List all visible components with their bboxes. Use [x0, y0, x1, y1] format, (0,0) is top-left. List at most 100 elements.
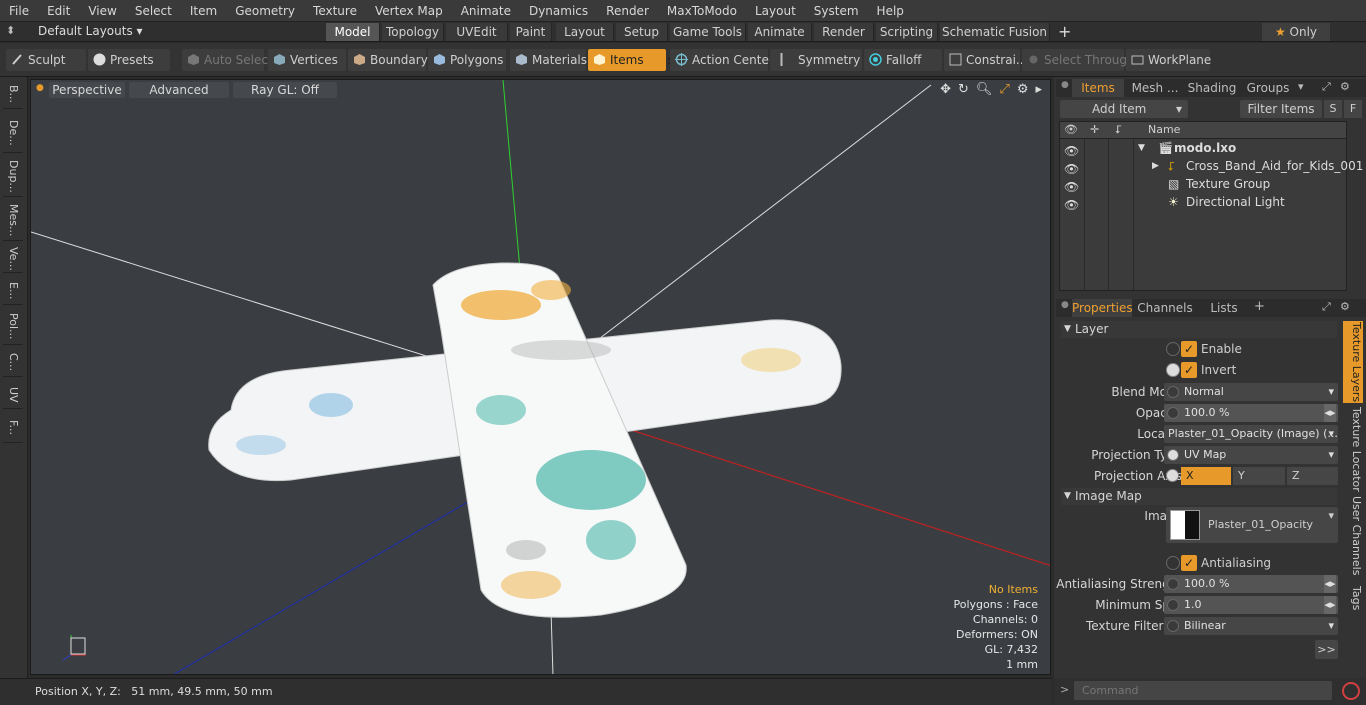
- side-tab-7[interactable]: C...: [3, 349, 23, 377]
- constrain-button[interactable]: Constrai...: [944, 49, 1027, 71]
- tab-channels[interactable]: Channels: [1136, 299, 1194, 317]
- side-tab-5[interactable]: E...: [3, 277, 23, 305]
- layout-tab-paint[interactable]: Paint: [510, 23, 552, 41]
- invert-checkbox[interactable]: ✓: [1181, 362, 1197, 378]
- layout-tab-game-tools[interactable]: Game Tools: [670, 23, 746, 41]
- f-button[interactable]: F: [1344, 100, 1362, 118]
- enable-anim-dot[interactable]: [1166, 342, 1180, 356]
- menu-vertex-map[interactable]: Vertex Map: [366, 0, 452, 22]
- workplane-button[interactable]: WorkPlane: [1126, 49, 1211, 71]
- collapse-icon[interactable]: ▼: [1138, 139, 1145, 157]
- eye-icon[interactable]: 👁︎: [1064, 160, 1079, 176]
- tab-user-channels[interactable]: User Channels: [1343, 496, 1363, 576]
- tab-mesh[interactable]: Mesh ...: [1128, 79, 1182, 97]
- tab-groups[interactable]: Groups: [1242, 79, 1294, 97]
- menu-dynamics[interactable]: Dynamics: [520, 0, 597, 22]
- image-select[interactable]: Plaster_01_Opacity ▾: [1166, 507, 1338, 543]
- falloff-button[interactable]: Falloff: [864, 49, 942, 71]
- menu-view[interactable]: View: [79, 0, 125, 22]
- invert-anim-dot[interactable]: [1166, 363, 1180, 377]
- side-tab-9[interactable]: F...: [3, 413, 23, 443]
- axis-anim-dot[interactable]: [1166, 469, 1179, 482]
- items-button[interactable]: Items 5: [588, 49, 674, 71]
- properties-gear-icon[interactable]: ⚙: [1340, 300, 1350, 313]
- layout-tab-render[interactable]: Render: [814, 23, 874, 41]
- zoom-view-icon[interactable]: 🔍︎: [976, 82, 993, 97]
- menu-help[interactable]: Help: [868, 0, 913, 22]
- axis-y-button[interactable]: Y: [1233, 467, 1285, 485]
- tab-lists[interactable]: Lists: [1200, 299, 1248, 317]
- filter-items-input[interactable]: Filter Items: [1240, 100, 1322, 118]
- side-tab-4[interactable]: Ve...: [3, 245, 23, 273]
- presets-button[interactable]: Presets: [88, 49, 170, 71]
- view-settings-icon[interactable]: ⚙: [1017, 82, 1029, 97]
- slider-arrows-icon[interactable]: ◂▸: [1324, 596, 1336, 614]
- layout-tab-layout[interactable]: Layout: [556, 23, 614, 41]
- image-map-section[interactable]: ▼ Image Map: [1061, 488, 1337, 505]
- tree-row-scene[interactable]: 👁︎ ▼ 🎬︎ modo.lxo: [1060, 139, 1345, 158]
- expand-icon[interactable]: ⤢: [1322, 80, 1331, 94]
- antialiasing-anim-dot[interactable]: [1166, 556, 1180, 570]
- tree-row-light[interactable]: 👁︎ ☀ Directional Light: [1060, 193, 1345, 212]
- blend-mode-select[interactable]: Normal: [1164, 383, 1338, 401]
- record-icon[interactable]: [1342, 682, 1360, 700]
- action-center-button[interactable]: Action Center: [670, 49, 774, 71]
- layout-tab-scripting[interactable]: Scripting: [876, 23, 938, 41]
- menu-render[interactable]: Render: [597, 0, 658, 22]
- only-toggle[interactable]: ★ Only: [1262, 23, 1330, 41]
- side-tab-1[interactable]: De...: [3, 113, 23, 153]
- fit-view-icon[interactable]: ⤢: [999, 82, 1009, 97]
- tabs-dropdown-icon[interactable]: ▾: [1298, 80, 1304, 93]
- menu-geometry[interactable]: Geometry: [226, 0, 304, 22]
- expand-icon[interactable]: ⤢: [1322, 300, 1331, 314]
- menu-item[interactable]: Item: [181, 0, 226, 22]
- s-button[interactable]: S: [1324, 100, 1342, 118]
- more-button[interactable]: >>: [1315, 640, 1338, 659]
- menu-maxtomodo[interactable]: MaxToModo: [658, 0, 746, 22]
- layout-tab-uvedit[interactable]: UVEdit: [446, 23, 508, 41]
- enable-checkbox[interactable]: ✓: [1181, 341, 1197, 357]
- sculpt-button[interactable]: Sculpt: [6, 49, 86, 71]
- tab-items[interactable]: Items: [1072, 79, 1124, 97]
- slider-arrows-icon[interactable]: ◂▸: [1324, 404, 1336, 422]
- add-tab-icon[interactable]: +: [1058, 22, 1071, 41]
- layer-section[interactable]: ▼ Layer: [1061, 321, 1337, 338]
- eye-icon[interactable]: 👁︎: [1064, 178, 1079, 194]
- move-view-icon[interactable]: ✥: [940, 82, 951, 97]
- eye-icon[interactable]: 👁︎: [1064, 196, 1079, 212]
- side-tab-0[interactable]: B...: [3, 81, 23, 109]
- symmetry-button[interactable]: Symmetry: [770, 49, 862, 71]
- eye-icon[interactable]: 👁︎: [1064, 142, 1079, 158]
- menu-edit[interactable]: Edit: [38, 0, 79, 22]
- axis-x-button[interactable]: X: [1181, 467, 1231, 485]
- menu-file[interactable]: File: [0, 0, 38, 22]
- side-tab-2[interactable]: Dup...: [3, 157, 23, 197]
- tab-tags[interactable]: Tags: [1343, 580, 1363, 616]
- select-through-button[interactable]: Select Through: [1022, 49, 1135, 71]
- slider-arrows-icon[interactable]: ◂▸: [1324, 575, 1336, 593]
- add-item-button[interactable]: Add Item ▾: [1060, 100, 1188, 118]
- items-gear-icon[interactable]: ⚙: [1340, 80, 1350, 93]
- polygons-button[interactable]: Polygons: [428, 49, 506, 71]
- axis-z-button[interactable]: Z: [1287, 467, 1338, 485]
- minimum-spot-field[interactable]: 1.0 ◂▸: [1164, 596, 1338, 614]
- layout-tab-schematic-fusion[interactable]: Schematic Fusion: [940, 23, 1050, 41]
- menu-select[interactable]: Select: [126, 0, 181, 22]
- side-tab-8[interactable]: UV: [3, 381, 23, 409]
- default-layouts-dropdown[interactable]: Default Layouts ▾: [38, 24, 143, 38]
- aa-strength-field[interactable]: 100.0 % ◂▸: [1164, 575, 1338, 593]
- command-input[interactable]: [1074, 681, 1332, 700]
- boundary-button[interactable]: Boundary: [348, 49, 428, 71]
- tree-row-mesh[interactable]: 👁︎ ▶ ⮦ Cross_Band_Aid_for_Kids_001: [1060, 157, 1363, 176]
- auto-select-button[interactable]: Auto Select: [182, 49, 273, 71]
- antialiasing-checkbox[interactable]: ✓: [1181, 555, 1197, 571]
- vertices-button[interactable]: Vertices 1: [268, 49, 354, 71]
- expand-row-icon[interactable]: ▶: [1152, 157, 1159, 175]
- side-tab-3[interactable]: Mes...: [3, 201, 23, 241]
- projection-type-select[interactable]: UV Map: [1164, 446, 1338, 464]
- materials-button[interactable]: Materials: [510, 49, 587, 71]
- layout-tab-animate[interactable]: Animate: [748, 23, 812, 41]
- 3d-viewport[interactable]: ● Perspective Advanced Ray GL: Off ✥ ↻ 🔍…: [30, 79, 1051, 675]
- layout-tab-topology[interactable]: Topology: [382, 23, 444, 41]
- tab-texture-layers[interactable]: Texture Layers: [1343, 321, 1363, 403]
